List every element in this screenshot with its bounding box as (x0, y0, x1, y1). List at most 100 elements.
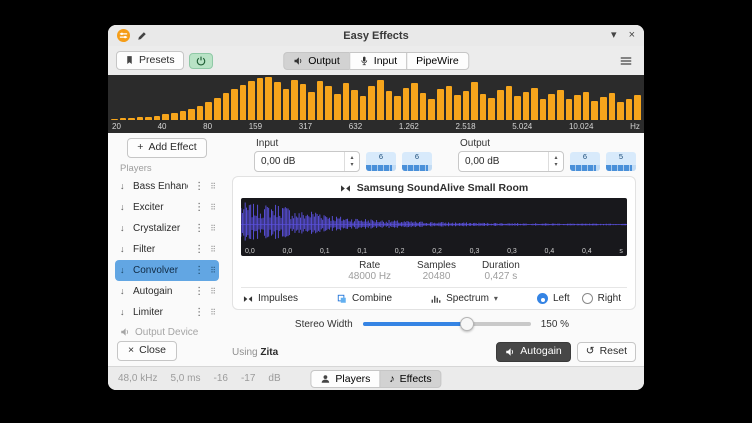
combine-button[interactable]: Combine (337, 293, 392, 304)
spectrum-bar (531, 88, 538, 120)
duration-value: 0,427 s (482, 271, 520, 282)
time-label: 0,2 (395, 248, 405, 255)
sidebar-effect-row[interactable]: ↓ Filter ⋮ ⠿ (115, 239, 219, 260)
sidebar-effect-row[interactable]: ↓ Autogain ⋮ ⠿ (115, 281, 219, 302)
tab-input[interactable]: Input (349, 52, 407, 70)
tab-output-label: Output (308, 55, 340, 67)
effect-drag-handle-icon[interactable]: ⠿ (210, 266, 216, 275)
slider-knob[interactable] (460, 317, 474, 331)
spectrum-bar (446, 86, 453, 120)
tab-output[interactable]: Output (283, 52, 350, 70)
chevron-down-icon: ▾ (494, 294, 498, 303)
speaker-icon (293, 56, 303, 66)
tab-players[interactable]: Players (310, 370, 380, 388)
effect-drag-handle-icon[interactable]: ⠿ (210, 245, 216, 254)
sidebar-effect-row[interactable]: ↓ Limiter ⋮ ⠿ (115, 302, 219, 323)
spectrum-bar (197, 106, 204, 120)
close-button[interactable]: × Close (117, 341, 177, 361)
stereo-width-row: Stereo Width 150 % (228, 317, 636, 331)
add-effect-button[interactable]: + Add Effect (127, 138, 206, 158)
freq-label: 2.518 (456, 122, 476, 131)
effect-menu-icon[interactable]: ⋮ (192, 202, 206, 213)
reset-button[interactable]: ↺ Reset (577, 342, 636, 362)
effect-menu-icon[interactable]: ⋮ (192, 265, 206, 276)
desktop-background: Easy Effects ▾ × Presets (0, 0, 752, 423)
effect-drag-handle-icon[interactable]: ⠿ (210, 203, 216, 212)
freq-label: 10.024 (569, 122, 593, 131)
effect-state-icon: ↓ (120, 223, 129, 233)
effect-drag-handle-icon[interactable]: ⠿ (210, 287, 216, 296)
close-window-icon[interactable]: × (629, 30, 635, 41)
impulse-header: Samsung SoundAlive Small Room (340, 182, 529, 194)
spectrum-bar (463, 91, 470, 120)
spectrum-bar (223, 93, 230, 120)
output-gain-spinbox[interactable]: 0,00 dB ▴ ▾ (458, 151, 564, 172)
close-icon: × (128, 344, 134, 358)
spectrum-bar (205, 102, 212, 120)
effect-menu-icon[interactable]: ⋮ (192, 286, 206, 297)
effect-menu-icon[interactable]: ⋮ (192, 181, 206, 192)
input-level-meter-left: 6 (366, 152, 396, 171)
effect-menu-icon[interactable]: ⋮ (192, 244, 206, 255)
stereo-width-slider[interactable] (363, 317, 531, 331)
spectrum-bar (394, 96, 401, 120)
effect-label: Filter (133, 244, 188, 255)
effect-menu-icon[interactable]: ⋮ (192, 307, 206, 318)
minimize-icon[interactable]: ▾ (611, 30, 617, 41)
sidebar-item-output-device[interactable]: Output Device (115, 323, 219, 342)
statusbar: 48,0 kHz 5,0 ms -16 -17 dB Players ♪ Eff… (108, 366, 644, 390)
spin-up-icon: ▴ (554, 155, 557, 162)
tab-effects[interactable]: ♪ Effects (379, 370, 441, 388)
spectrum-bar (274, 82, 281, 120)
bypass-power-button[interactable] (189, 53, 213, 69)
convolver-card: Samsung SoundAlive Small Room 0,00,00,10… (232, 176, 636, 310)
effect-drag-handle-icon[interactable]: ⠿ (210, 224, 216, 233)
spectrum-bar (403, 88, 410, 120)
status-readouts: 48,0 kHz 5,0 ms -16 -17 dB (118, 373, 281, 384)
engine-name: Zita (260, 347, 278, 358)
meter-bar (606, 165, 636, 171)
microphone-icon (359, 56, 369, 66)
output-device-label: Output Device (135, 327, 198, 338)
effect-drag-handle-icon[interactable]: ⠿ (210, 308, 216, 317)
meter-value: 6 (415, 152, 419, 162)
spectrum-button[interactable]: Spectrum ▾ (431, 293, 498, 304)
input-gain-group: Input 0,00 dB ▴ ▾ 6 (254, 138, 432, 172)
radio-left[interactable]: Left (537, 293, 570, 304)
effect-menu-icon[interactable]: ⋮ (192, 223, 206, 234)
effect-state-icon: ↓ (120, 286, 129, 296)
spectrum-bar (583, 92, 590, 120)
pencil-icon[interactable] (137, 31, 147, 41)
output-gain-stepper[interactable]: ▴ ▾ (548, 152, 563, 171)
time-label: 0,3 (470, 248, 480, 255)
spectrum-bar (540, 99, 547, 121)
radio-right[interactable]: Right (582, 293, 621, 304)
level-unit: dB (268, 373, 280, 384)
presets-button[interactable]: Presets (116, 51, 184, 71)
meter-bar (570, 165, 600, 171)
sidebar-effect-row[interactable]: ↓ Convolver ⋮ ⠿ (115, 260, 219, 281)
tab-pipewire[interactable]: PipeWire (406, 52, 469, 70)
input-gain-stepper[interactable]: ▴ ▾ (344, 152, 359, 171)
autogain-label: Autogain (520, 345, 561, 359)
time-label: 0,2 (432, 248, 442, 255)
effect-drag-handle-icon[interactable]: ⠿ (210, 182, 216, 191)
autogain-button[interactable]: Autogain (496, 342, 570, 362)
freq-label: 5.024 (512, 122, 532, 131)
input-gain-spinbox[interactable]: 0,00 dB ▴ ▾ (254, 151, 360, 172)
sidebar-effect-row[interactable]: ↓ Exciter ⋮ ⠿ (115, 197, 219, 218)
spectrum-bar (240, 85, 247, 120)
sidebar-effect-row[interactable]: ↓ Bass Enhancer ⋮ ⠿ (115, 176, 219, 197)
latency: 5,0 ms (170, 373, 200, 384)
menu-button[interactable] (616, 54, 636, 68)
easy-effects-window: Easy Effects ▾ × Presets (108, 25, 644, 390)
power-icon (196, 56, 206, 66)
spectrum-bar (171, 113, 178, 120)
waveform-time-labels: 0,00,00,10,10,20,20,30,30,40,4s (245, 248, 623, 255)
spectrum-bar (325, 86, 332, 120)
freq-label: 20 (112, 122, 121, 131)
sidebar-effect-row[interactable]: ↓ Crystalizer ⋮ ⠿ (115, 218, 219, 239)
meter-bar (366, 165, 396, 171)
plus-icon: + (137, 141, 143, 155)
impulses-button[interactable]: Impulses (243, 293, 298, 304)
